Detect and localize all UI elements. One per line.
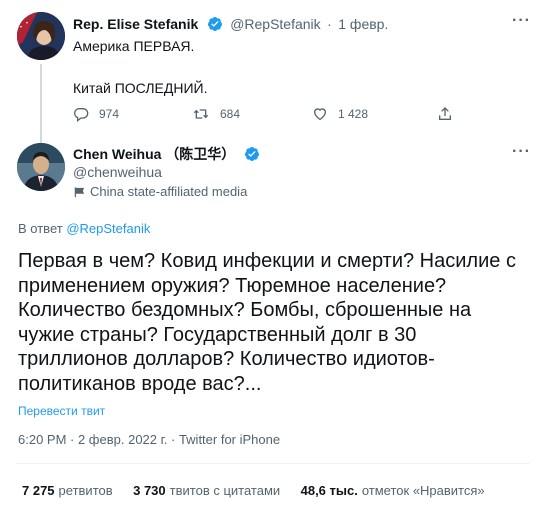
like-button[interactable]: 1 428 [312, 106, 368, 122]
main-tweet-text: Первая в чем? Ковид инфекции и смерти? Н… [18, 249, 516, 396]
likes-label: отметок «Нравится» [361, 483, 485, 498]
stefanik-avatar[interactable] [17, 12, 65, 60]
share-icon [439, 107, 451, 120]
separator-dot: · [327, 16, 332, 32]
thread-line [40, 64, 42, 154]
verified-badge-icon [207, 17, 222, 31]
main-author-line: Chen Weihua （陈卫华） [73, 145, 260, 164]
tweet-text-line: чужие страны? Государственный долг в 30 [18, 323, 417, 346]
divider [16, 463, 530, 464]
verified-badge-icon [244, 147, 259, 161]
likes-count-total: 48,6 тыс. [300, 483, 358, 498]
affiliation-text: China state-affiliated media [90, 184, 248, 199]
parent-handle[interactable]: @RepStefanik [230, 16, 320, 32]
likes-stat[interactable]: 48,6 тыс. отметок «Нравится» [301, 482, 485, 499]
quotes-stat[interactable]: 3 730 твитов с цитатами [133, 482, 285, 499]
reply-context: В ответ @RepStefanik [18, 221, 150, 236]
main-more-icon[interactable]: ··· [512, 143, 531, 161]
tweet-text-line: триллионов долларов? Количество идиотов- [18, 348, 435, 370]
retweets-label: ретвитов [58, 483, 113, 498]
quotes-count: 3 730 [133, 483, 166, 498]
retweets-count: 7 275 [22, 483, 55, 498]
tweet-text-line: применением оружия? Тюремное население? [18, 274, 447, 297]
stats-bar: 7 275 ретвитов 3 730 твитов с цитатами 48,… [22, 482, 485, 500]
tweet-text-line: политиканов вроде вас?... [18, 372, 262, 395]
parent-author-name[interactable]: Rep. Elise Stefanik [73, 16, 198, 32]
reply-icon [74, 108, 89, 122]
parent-date[interactable]: 1 февр. [338, 16, 388, 32]
reply-count: 974 [99, 107, 120, 121]
translate-tweet-link[interactable]: Перевести твит [18, 404, 105, 418]
tweet-text-line: Первая в чем? Ковид инфекции и смерти? Н… [18, 250, 516, 272]
parent-more-icon[interactable]: ··· [512, 12, 531, 30]
like-icon [313, 108, 327, 121]
reply-button[interactable]: 974 [73, 106, 119, 122]
tweet-text-line: Количество бездомных? Бомбы, сброшенные … [18, 299, 472, 321]
chen-weihua-avatar[interactable] [17, 143, 65, 191]
quotes-label: твитов с цитатами [169, 483, 281, 498]
reply-prefix: В ответ [18, 221, 63, 236]
parent-tweet-line-2: Китай ПОСЛЕДНИЙ. [73, 80, 208, 96]
retweet-count: 684 [220, 107, 241, 121]
main-handle[interactable]: @chenweihua [73, 164, 162, 180]
tweet-timestamp[interactable]: 6:20 PM · 2 февр. 2022 г. · Twitter for … [18, 432, 280, 447]
share-button[interactable] [437, 105, 463, 123]
retweet-icon [193, 109, 209, 119]
parent-tweet-header: Rep. Elise Stefanik @RepStefanik · 1 фев… [73, 15, 388, 34]
state-media-label[interactable]: China state-affiliated media [73, 184, 247, 199]
retweets-stat[interactable]: 7 275 ретвитов [22, 482, 117, 499]
state-media-flag-icon [74, 186, 85, 197]
retweet-button[interactable]: 684 [192, 106, 240, 122]
parent-tweet-line-1: Америка ПЕРВАЯ. [73, 38, 195, 54]
reply-to-handle[interactable]: @RepStefanik [66, 221, 150, 236]
like-count: 1 428 [338, 107, 369, 121]
main-author-name[interactable]: Chen Weihua （陈卫华） [73, 146, 235, 162]
